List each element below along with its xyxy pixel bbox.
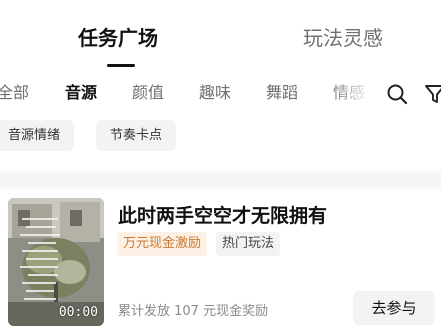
task-title[interactable]: 此时两手空空才无限拥有 [118, 202, 327, 230]
payout-text: 累计发放 107 元现金奖励 [118, 304, 269, 319]
category-all[interactable]: 全部 [0, 82, 29, 104]
top-tab-bar: 任务广场 玩法灵感 [0, 0, 441, 74]
reward-badge: 万元现金激励 [117, 232, 208, 256]
active-tab-indicator [107, 64, 135, 67]
category-looks[interactable]: 颜值 [132, 82, 164, 104]
category-dance[interactable]: 舞蹈 [266, 82, 298, 104]
tab-task-square[interactable]: 任务广场 [78, 22, 158, 54]
video-duration: 00:00 [58, 305, 98, 320]
task-card[interactable]: 00:00 此时两手空空才无限拥有 万元现金激励 热门玩法 累计发放 107 元… [0, 192, 441, 330]
join-button[interactable]: 去参与 [353, 291, 435, 325]
category-fade-overlay [330, 74, 380, 114]
tab-gameplay-inspiration[interactable]: 玩法灵感 [303, 22, 383, 54]
hot-gameplay-badge: 热门玩法 [216, 232, 281, 256]
section-divider [0, 168, 441, 192]
search-icon[interactable] [385, 82, 409, 106]
subtag-rhythm-beat[interactable]: 节奏卡点 [96, 120, 177, 151]
category-fun[interactable]: 趣味 [199, 82, 231, 104]
filter-icon[interactable] [423, 82, 441, 106]
subtag-audio-emotion[interactable]: 音源情绪 [0, 120, 75, 151]
category-audio-source[interactable]: 音源 [65, 82, 97, 104]
video-thumbnail[interactable]: 00:00 [8, 198, 104, 326]
category-bar: 全部 音源 颜值 趣味 舞蹈 情感 [0, 74, 441, 114]
